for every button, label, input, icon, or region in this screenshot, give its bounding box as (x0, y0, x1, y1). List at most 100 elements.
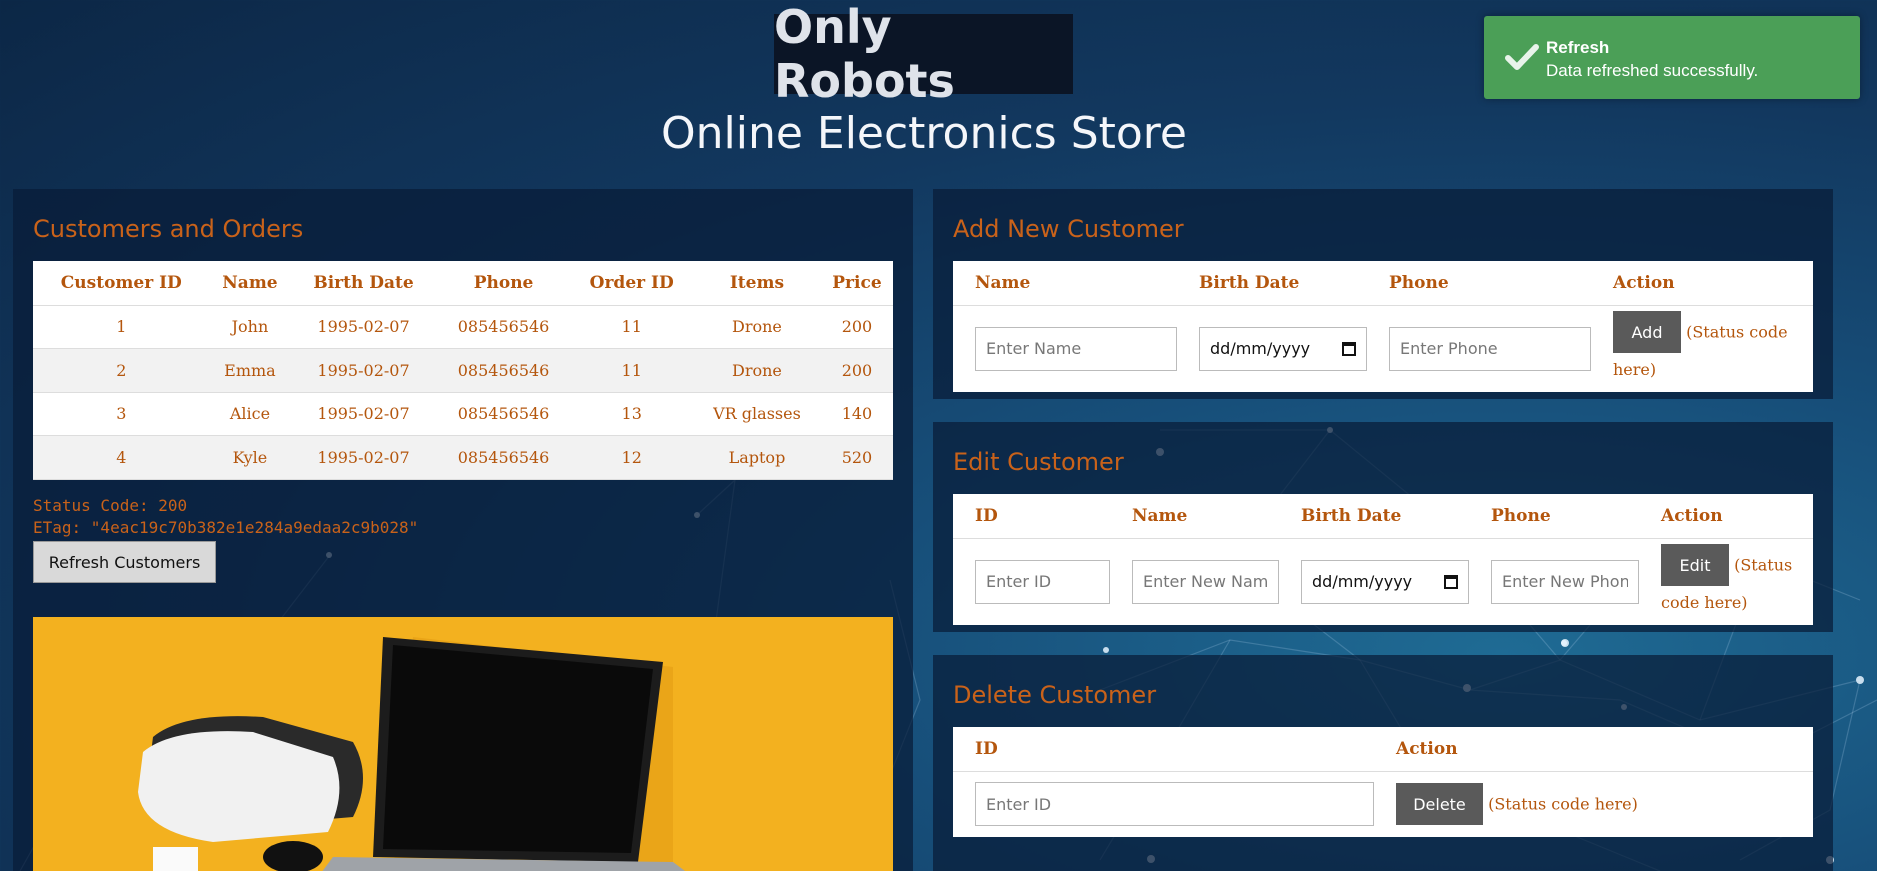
table-cell: 1 (33, 305, 210, 349)
form-input-row: dd/mm/yyyy Add (Status code here) (953, 305, 1813, 392)
phone-cell (1469, 538, 1639, 625)
calendar-icon[interactable] (1342, 341, 1356, 356)
id-cell (953, 771, 1374, 837)
form-header-row: Name Birth Date Phone Action (953, 261, 1813, 306)
column-header: Name (1110, 494, 1279, 539)
calendar-icon[interactable] (1444, 574, 1458, 589)
id-input[interactable] (975, 559, 1110, 604)
status-code-text: Status Code: 200 (33, 496, 188, 515)
table-cell: 200 (820, 305, 893, 349)
delete-button[interactable]: Delete (1396, 783, 1483, 826)
checkmark-icon (1505, 44, 1539, 70)
date-value: dd/mm/yyyy (1210, 339, 1311, 359)
delete-customer-form: ID Action Delete (Status code here) (953, 727, 1813, 837)
birth-date-input[interactable]: dd/mm/yyyy (1199, 326, 1367, 371)
column-header: Order ID (570, 261, 693, 306)
table-cell: 200 (820, 348, 893, 393)
panel-title: Add New Customer (953, 215, 1184, 243)
table-cell: 085456546 (436, 435, 571, 480)
column-header: Phone (436, 261, 571, 306)
name-cell (1110, 538, 1279, 625)
table-cell: 12 (570, 435, 693, 480)
phone-input[interactable] (1389, 326, 1591, 371)
id-input[interactable] (975, 782, 1374, 827)
column-header: Birth Date (1279, 494, 1469, 539)
new-phone-input[interactable] (1491, 559, 1639, 604)
status-note: (Status code here) (1488, 794, 1638, 814)
column-header: Phone (1367, 261, 1591, 306)
birth-date-cell: dd/mm/yyyy (1279, 538, 1469, 625)
column-header: Action (1374, 727, 1813, 772)
phone-cell (1367, 305, 1591, 392)
customers-orders-panel: Customers and Orders Customer ID Name Bi… (13, 189, 913, 871)
table-cell: Emma (209, 348, 291, 393)
table-cell: Drone (693, 305, 821, 349)
panel-title: Delete Customer (953, 681, 1157, 709)
name-input[interactable] (975, 326, 1177, 371)
edit-button[interactable]: Edit (1661, 544, 1729, 587)
name-cell (953, 305, 1177, 392)
add-action-wrap: Add (Status code here) (1613, 311, 1813, 386)
column-header: Action (1591, 261, 1813, 306)
action-cell: Delete (Status code here) (1374, 771, 1813, 837)
panel-title: Customers and Orders (33, 215, 304, 243)
new-name-input[interactable] (1132, 559, 1279, 604)
id-cell (953, 538, 1110, 625)
add-button[interactable]: Add (1613, 311, 1681, 354)
table-row: 2 Emma 1995-02-07 085456546 11 Drone 200 (33, 348, 893, 393)
column-header: Name (953, 261, 1177, 306)
delete-customer-panel: Delete Customer ID Action Delete (Status… (933, 655, 1833, 871)
table-cell: 085456546 (436, 392, 571, 436)
form-header-row: ID Name Birth Date Phone Action (953, 494, 1813, 539)
table-row: 4 Kyle 1995-02-07 085456546 12 Laptop 52… (33, 435, 893, 480)
table-cell: 2 (33, 348, 210, 393)
refresh-customers-button[interactable]: Refresh Customers (33, 541, 216, 583)
column-header: Birth Date (1177, 261, 1367, 306)
table-cell: John (209, 305, 291, 349)
table-cell: 1995-02-07 (290, 305, 437, 349)
column-header: Price (820, 261, 893, 306)
table-header-row: Customer ID Name Birth Date Phone Order … (33, 261, 893, 306)
add-customer-form: Name Birth Date Phone Action dd/mm/yyyy … (953, 261, 1813, 392)
column-header: Phone (1469, 494, 1639, 539)
etag-text: ETag: "4eac19c70b382e1e284a9edaa2c9b028" (33, 518, 419, 537)
table-cell: VR glasses (693, 392, 821, 436)
birth-date-cell: dd/mm/yyyy (1177, 305, 1367, 392)
column-header: Name (209, 261, 291, 306)
table-cell: Kyle (209, 435, 291, 480)
table-cell: 3 (33, 392, 210, 436)
table-cell: 4 (33, 435, 210, 480)
table-cell: 11 (570, 348, 693, 393)
response-info: Status Code: 200 ETag: "4eac19c70b382e1e… (33, 495, 418, 539)
success-toast[interactable]: Refresh Data refreshed successfully. (1484, 16, 1860, 99)
edit-customer-panel: Edit Customer ID Name Birth Date Phone A… (933, 422, 1833, 632)
column-header: Birth Date (290, 261, 437, 306)
column-header: ID (953, 727, 1374, 772)
table-cell: 520 (820, 435, 893, 480)
date-value: dd/mm/yyyy (1312, 572, 1413, 592)
toast-message: Data refreshed successfully. (1546, 61, 1759, 80)
table-cell: 140 (820, 392, 893, 436)
customers-table: Customer ID Name Birth Date Phone Order … (33, 261, 893, 480)
table-cell: 1995-02-07 (290, 392, 437, 436)
site-logo: Only Robots (774, 0, 1073, 108)
table-cell: Alice (209, 392, 291, 436)
birth-date-input[interactable]: dd/mm/yyyy (1301, 559, 1469, 604)
table-cell: Drone (693, 348, 821, 393)
column-header: Customer ID (33, 261, 210, 306)
table-cell: 11 (570, 305, 693, 349)
add-customer-panel: Add New Customer Name Birth Date Phone A… (933, 189, 1833, 399)
page-subtitle: Online Electronics Store (660, 108, 1187, 159)
panel-title: Edit Customer (953, 448, 1124, 476)
table-cell: 1995-02-07 (290, 348, 437, 393)
table-row: 1 John 1995-02-07 085456546 11 Drone 200 (33, 305, 893, 349)
edit-action-wrap: Edit (Status code here) (1661, 544, 1806, 619)
product-photo (33, 617, 893, 871)
table-cell: Laptop (693, 435, 821, 480)
form-input-row: Delete (Status code here) (953, 771, 1813, 837)
table-row: 3 Alice 1995-02-07 085456546 13 VR glass… (33, 392, 893, 436)
table-cell: 13 (570, 392, 693, 436)
table-cell: 1995-02-07 (290, 435, 437, 480)
column-header: Action (1639, 494, 1813, 539)
action-cell: Add (Status code here) (1591, 305, 1813, 392)
